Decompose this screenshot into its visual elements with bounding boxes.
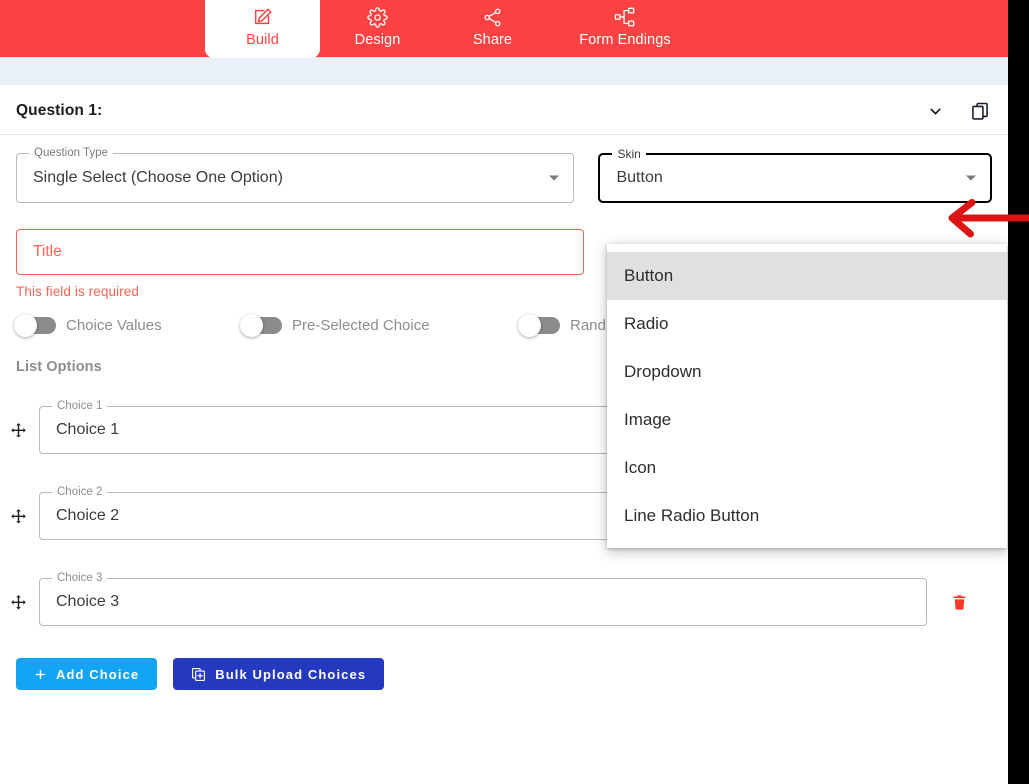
nav-tabs: Build Design Share Form Endings <box>205 0 700 58</box>
choice-value: Choice 1 <box>56 421 120 438</box>
skin-select[interactable]: Skin Button <box>598 148 992 203</box>
tab-build[interactable]: Build <box>205 0 320 58</box>
chevron-down-icon <box>549 175 560 181</box>
toggle-randomize-label: Rand <box>570 317 606 334</box>
chevron-down-icon <box>966 175 976 181</box>
pencil-square-icon <box>252 5 274 29</box>
move-icon[interactable] <box>5 417 31 443</box>
tab-form-endings[interactable]: Form Endings <box>550 0 700 57</box>
skin-option-dropdown[interactable]: Dropdown <box>607 348 1007 396</box>
add-choice-button[interactable]: Add Choice <box>16 658 158 690</box>
upload-pages-icon <box>191 667 206 682</box>
question-type-select[interactable]: Question Type Single Select (Choose One … <box>16 147 575 203</box>
top-nav-bar: Build Design Share Form Endings <box>0 0 1008 58</box>
skin-dropdown-menu: Button Radio Dropdown Image Icon Line Ra… <box>607 244 1007 548</box>
trash-icon[interactable] <box>947 590 971 614</box>
right-gutter <box>1008 0 1029 784</box>
choice-legend: Choice 3 <box>52 572 108 585</box>
tab-share[interactable]: Share <box>435 0 550 57</box>
add-choice-label: Add Choice <box>56 666 140 682</box>
skin-option-image[interactable]: Image <box>607 396 1007 444</box>
toggle-choice-values[interactable]: Choice Values <box>14 314 242 337</box>
tab-share-label: Share <box>472 32 513 48</box>
skin-option-line-radio-button[interactable]: Line Radio Button <box>607 492 1007 540</box>
question-title: Question 1: <box>16 102 103 119</box>
toggle-switch <box>518 314 560 337</box>
skin-option-icon[interactable]: Icon <box>607 444 1007 492</box>
bulk-upload-label: Bulk Upload Choices <box>215 666 367 682</box>
toggle-randomize[interactable]: Rand <box>518 314 606 337</box>
toggle-choice-values-label: Choice Values <box>66 317 162 334</box>
question-header-actions <box>927 101 990 121</box>
plus-icon <box>34 668 47 681</box>
title-input[interactable]: Title <box>16 229 584 275</box>
toggle-switch <box>240 314 282 337</box>
tab-design-label: Design <box>354 32 401 48</box>
tab-build-label: Build <box>246 32 279 48</box>
move-icon[interactable] <box>5 503 31 529</box>
choice-legend: Choice 1 <box>52 400 108 413</box>
tab-form-endings-label: Form Endings <box>579 32 671 48</box>
step-strip-divider <box>0 57 1008 58</box>
chevron-down-icon[interactable] <box>927 103 944 120</box>
choice-value: Choice 2 <box>56 507 120 524</box>
toggle-pre-selected-choice-label: Pre-Selected Choice <box>292 317 430 334</box>
toggle-pre-selected-choice[interactable]: Pre-Selected Choice <box>240 314 520 337</box>
move-icon[interactable] <box>5 589 31 615</box>
question-type-legend: Question Type <box>29 147 113 160</box>
choice-actions: Add Choice Bulk Upload Choices <box>0 658 1008 690</box>
skin-option-radio[interactable]: Radio <box>607 300 1007 348</box>
toggle-switch <box>14 314 56 337</box>
skin-legend: Skin <box>612 148 646 161</box>
gear-icon <box>367 5 388 29</box>
question-card-header: Question 1: <box>0 88 1008 135</box>
skin-value: Button <box>616 169 663 186</box>
skin-option-button[interactable]: Button <box>607 252 1007 300</box>
tab-design[interactable]: Design <box>320 0 435 57</box>
app-root: STEP 1 OF 1 Build <box>0 0 1029 784</box>
share-icon <box>482 5 503 29</box>
type-skin-row: Question Type Single Select (Choose One … <box>0 147 1008 203</box>
choice-input[interactable]: Choice 3 Choice 3 <box>39 572 927 626</box>
choice-value: Choice 3 <box>56 593 120 610</box>
question-type-value: Single Select (Choose One Option) <box>33 169 283 186</box>
copy-icon[interactable] <box>970 101 990 121</box>
bulk-upload-choices-button[interactable]: Bulk Upload Choices <box>173 658 385 690</box>
flow-nodes-icon <box>614 5 636 29</box>
choice-row: Choice 3 Choice 3 <box>0 559 1008 645</box>
choice-legend: Choice 2 <box>52 486 108 499</box>
step-strip <box>0 57 1008 85</box>
